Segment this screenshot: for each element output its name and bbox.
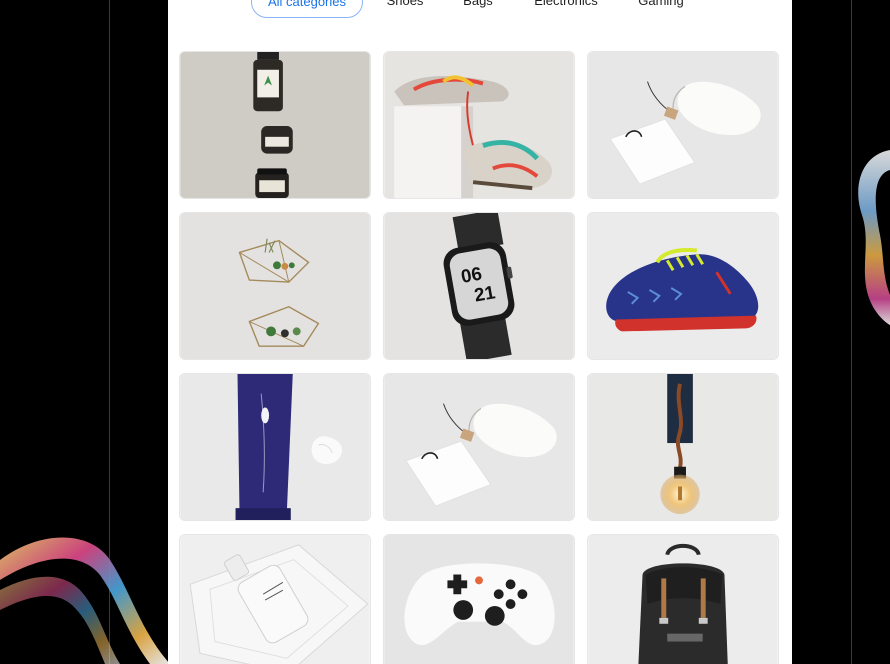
product-card-game-controller[interactable]	[383, 534, 575, 664]
product-card-leather-backpack[interactable]	[587, 534, 779, 664]
smart-watch-image: 06 21	[384, 213, 574, 359]
iridescent-ribbon-left	[0, 537, 170, 664]
game-controller-image	[384, 535, 574, 664]
filter-chip-gaming[interactable]: Gaming	[634, 0, 688, 16]
sneakers-image	[384, 52, 574, 198]
product-card-cream-tube[interactable]	[179, 373, 371, 521]
product-card-sneakers-on-pedestal[interactable]	[383, 51, 575, 199]
skincare-jars-image	[180, 52, 370, 198]
filter-chip-shoes[interactable]: Shoes	[380, 0, 430, 16]
product-card-pendant-lamp[interactable]	[587, 373, 779, 521]
cream-tube-image	[180, 374, 370, 520]
cotton-pouch-image	[588, 52, 778, 198]
leather-backpack-image	[588, 535, 778, 664]
filter-chip-bags[interactable]: Bags	[458, 0, 498, 16]
product-card-football-boot[interactable]	[587, 212, 779, 360]
category-filter-bar: All categories Shoes Bags Electronics Ga…	[168, 0, 792, 18]
product-gallery-panel: All categories Shoes Bags Electronics Ga…	[168, 0, 792, 664]
bottle-in-bag-image	[180, 535, 370, 664]
cotton-pouch-image-2	[384, 374, 574, 520]
filter-chip-all-categories[interactable]: All categories	[251, 0, 363, 18]
pendant-lamp-image	[588, 374, 778, 520]
product-card-skincare-jars[interactable]	[179, 51, 371, 199]
product-card-cotton-pouch-2[interactable]	[383, 373, 575, 521]
filter-chip-electronics[interactable]: Electronics	[528, 0, 604, 16]
geometric-planters-image	[180, 213, 370, 359]
product-card-bottle-in-bag[interactable]	[179, 534, 371, 664]
watch-date-line-2: 21	[473, 281, 497, 305]
product-card-geometric-planters[interactable]	[179, 212, 371, 360]
product-card-cotton-pouch[interactable]	[587, 51, 779, 199]
iridescent-ribbon-right	[858, 150, 890, 325]
right-guide-line	[851, 0, 852, 664]
product-card-smart-watch[interactable]: 06 21	[383, 212, 575, 360]
football-boot-image	[588, 213, 778, 359]
